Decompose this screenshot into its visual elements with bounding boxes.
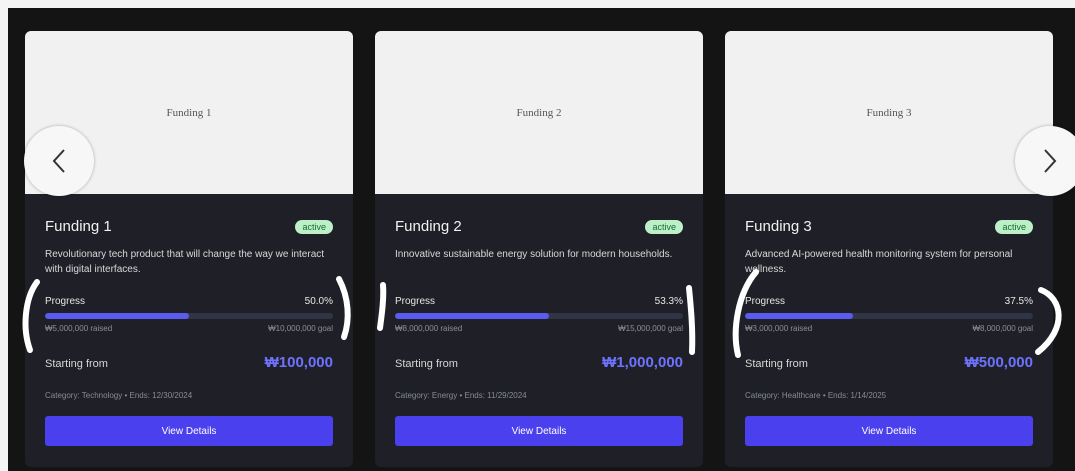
progress-bar-fill [395, 313, 549, 319]
card-title: Funding 2 [395, 218, 462, 235]
raised-amount: ₩3,000,000 raised [745, 324, 813, 333]
card-image-label: Funding 2 [516, 106, 562, 119]
starting-from-label: Starting from [45, 358, 108, 370]
view-details-button[interactable]: View Details [395, 416, 683, 446]
funding-card-3: Funding 3 Funding 3 active Advanced AI-p… [725, 31, 1053, 467]
category-meta: Category: Technology • Ends: 12/30/2024 [45, 391, 193, 400]
card-image-label: Funding 3 [866, 106, 912, 119]
progress-percent: 50.0% [304, 296, 333, 307]
progress-label: Progress [745, 296, 786, 307]
view-details-button[interactable]: View Details [45, 416, 333, 446]
goal-amount: ₩8,000,000 goal [972, 324, 1034, 333]
card-title: Funding 3 [745, 218, 812, 235]
card-image-placeholder: Funding 3 [725, 31, 1053, 194]
view-details-button[interactable]: View Details [745, 416, 1033, 446]
goal-amount: ₩15,000,000 goal [618, 324, 683, 333]
starting-from-label: Starting from [745, 358, 808, 370]
funding-card-1: Funding 1 Funding 1 active Revolutionary… [25, 31, 353, 467]
card-image-placeholder: Funding 2 [375, 31, 703, 194]
card-description: Innovative sustainable energy solution f… [395, 249, 673, 260]
starting-price: ₩100,000 [264, 354, 333, 371]
funding-carousel: Funding 1 Funding 1 active Revolutionary… [8, 8, 1075, 471]
funding-card-2: Funding 2 Funding 2 active Innovative su… [375, 31, 703, 467]
chevron-right-icon [1044, 149, 1057, 173]
starting-price: ₩500,000 [964, 354, 1033, 371]
card-description: Advanced AI-powered health monitoring sy… [745, 249, 1013, 275]
starting-price: ₩1,000,000 [602, 354, 683, 371]
card-image-label: Funding 1 [166, 106, 212, 119]
card-title: Funding 1 [45, 218, 112, 235]
carousel-prev-button[interactable] [24, 126, 94, 196]
progress-label: Progress [45, 296, 86, 307]
goal-amount: ₩10,000,000 goal [268, 324, 333, 333]
raised-amount: ₩8,000,000 raised [395, 324, 463, 333]
starting-from-label: Starting from [395, 358, 458, 370]
progress-bar [395, 313, 683, 319]
progress-bar-fill [745, 313, 853, 319]
progress-bar [45, 313, 333, 319]
progress-percent: 53.3% [654, 296, 683, 307]
progress-bar [745, 313, 1033, 319]
progress-label: Progress [395, 296, 436, 307]
progress-bar-fill [45, 313, 189, 319]
category-meta: Category: Energy • Ends: 11/29/2024 [395, 391, 527, 400]
category-meta: Category: Healthcare • Ends: 1/14/2025 [745, 391, 887, 400]
status-badge: active [295, 220, 333, 234]
status-badge: active [645, 220, 683, 234]
raised-amount: ₩5,000,000 raised [45, 324, 113, 333]
chevron-left-icon [52, 149, 65, 173]
status-badge: active [995, 220, 1033, 234]
progress-percent: 37.5% [1004, 296, 1033, 307]
card-description: Revolutionary tech product that will cha… [45, 249, 325, 275]
